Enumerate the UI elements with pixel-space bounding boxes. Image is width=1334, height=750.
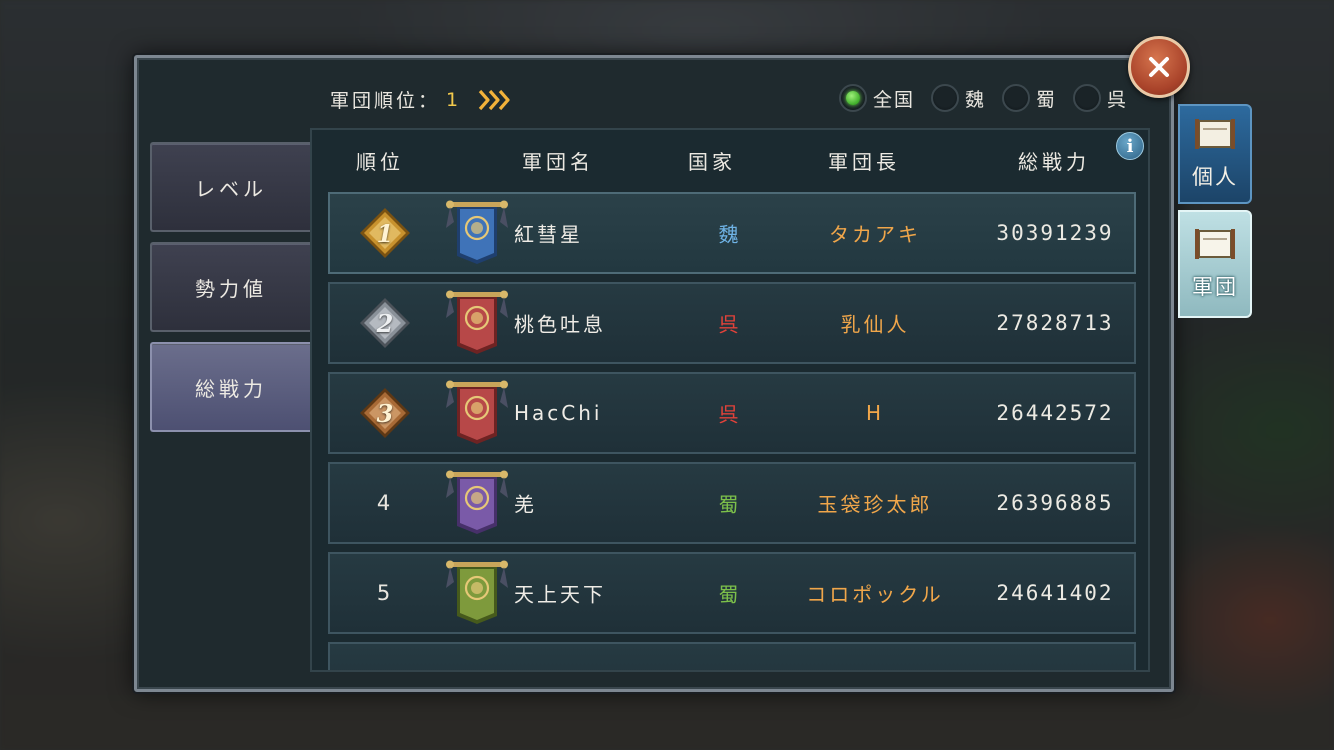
country: 魏 (718, 222, 742, 247)
corps-leader: 乳仙人 (840, 312, 910, 337)
total-power: 24641402 (996, 581, 1114, 605)
ranking-rows: 1 紅彗星魏タカアキ 30391239 2 桃色吐息呉乳仙人 27828713 3 HacCh… (328, 192, 1136, 670)
corps-banner-icon (444, 558, 510, 628)
corps-name: 桃色吐息 (514, 312, 606, 337)
scope-tabs: 個人 軍団 (1178, 104, 1252, 318)
corps-banner-icon (444, 288, 510, 358)
corps-banner-icon (444, 198, 510, 268)
table-row-partial[interactable] (328, 642, 1136, 670)
filter-radio-0[interactable]: 全国 (838, 84, 915, 112)
tab-corps[interactable]: 軍団 (1178, 210, 1252, 318)
side-tab-1[interactable]: 勢力値 (150, 242, 310, 332)
corps-leader: コロポックル (806, 582, 944, 607)
table-row[interactable]: 4 羌 蜀 玉袋珍太郎 26396885 (328, 462, 1136, 544)
tab-corps-label: 軍団 (1192, 275, 1238, 299)
total-power: 27828713 (996, 311, 1114, 335)
filter-radio-3[interactable]: 呉 (1072, 84, 1128, 112)
silver-medal-icon: 2 (357, 295, 413, 351)
total-power: 30391239 (996, 221, 1114, 245)
corps-leader: 玉袋珍太郎 (817, 492, 933, 517)
table-row[interactable]: 2 桃色吐息 呉 乳仙人 27828713 (328, 282, 1136, 364)
header-country: 国家 (688, 150, 736, 174)
tab-individual-label: 個人 (1192, 165, 1238, 189)
filter-label: 蜀 (1035, 88, 1057, 111)
rank-number: 1 (376, 218, 394, 248)
table-row[interactable]: 1 紅彗星 魏 タカアキ 30391239 (328, 192, 1136, 274)
category-tabs: レベル 勢力値 総戦力 (150, 142, 310, 432)
corps-banner-icon (444, 378, 510, 448)
close-x-icon (1149, 57, 1169, 77)
rank-number: 2 (376, 308, 394, 338)
rank-cell: 2 (352, 295, 418, 351)
side-tab-2[interactable]: 総戦力 (150, 342, 310, 432)
country-filter-group: 全国 魏 蜀 呉 (838, 84, 1128, 112)
corps-rank-value: 1 (446, 88, 462, 111)
rank-number: 5 (376, 581, 394, 605)
corps-name: 羌 (514, 492, 537, 517)
corps-rank-summary: 軍団順位： 1 (330, 86, 513, 113)
table-row[interactable]: 3 HacChi 呉 H 26442572 (328, 372, 1136, 454)
radio-dot-icon (1072, 84, 1101, 112)
bronze-medal-icon: 3 (357, 385, 413, 441)
total-power: 26442572 (996, 401, 1114, 425)
scroll-icon (1195, 229, 1235, 259)
header-leader: 軍団長 (828, 150, 900, 174)
country: 蜀 (718, 492, 742, 517)
country: 呉 (718, 312, 742, 337)
rank-number: 4 (376, 491, 394, 515)
radio-dot-icon (838, 84, 867, 112)
table-row[interactable]: 5 天上天下 蜀 コロポックル 24641402 (328, 552, 1136, 634)
corps-name: 紅彗星 (514, 222, 583, 247)
total-power: 26396885 (996, 491, 1114, 515)
gold-medal-icon: 1 (357, 205, 413, 261)
table-header: 順位 軍団名 国家 軍団長 総戦力 i (312, 130, 1148, 186)
radio-dot-icon (930, 84, 959, 112)
scroll-icon (1195, 119, 1235, 149)
header-total-power: 総戦力 (1018, 150, 1090, 174)
header-corps-name: 軍団名 (522, 150, 594, 174)
filter-label: 呉 (1106, 88, 1128, 111)
close-button[interactable] (1128, 36, 1190, 98)
filter-label: 全国 (872, 88, 915, 111)
side-tab-0[interactable]: レベル (150, 142, 310, 232)
filter-radio-2[interactable]: 蜀 (1001, 84, 1057, 112)
rank-cell: 3 (352, 385, 418, 441)
corps-rank-label: 軍団順位： (330, 90, 441, 112)
rank-cell: 1 (352, 205, 418, 261)
corps-name: HacChi (514, 401, 603, 425)
country: 蜀 (718, 582, 742, 607)
header-rank: 順位 (356, 150, 404, 174)
country: 呉 (718, 402, 742, 427)
triple-chevron-right-icon[interactable] (477, 87, 513, 113)
corps-leader: タカアキ (829, 222, 921, 247)
filter-radio-1[interactable]: 魏 (930, 84, 986, 112)
ranking-table: 順位 軍団名 国家 軍団長 総戦力 i 1 紅彗星 魏 タカアキ 30391239 2 桃色… (310, 128, 1150, 672)
tab-individual[interactable]: 個人 (1178, 104, 1252, 204)
rank-cell: 4 (352, 491, 418, 515)
radio-dot-icon (1001, 84, 1030, 112)
rank-cell: 5 (352, 581, 418, 605)
filter-label: 魏 (964, 88, 986, 111)
rank-number: 3 (376, 398, 394, 428)
info-icon[interactable]: i (1116, 132, 1144, 160)
corps-leader: H (865, 401, 885, 425)
corps-banner-icon (444, 468, 510, 538)
corps-name: 天上天下 (514, 582, 606, 607)
